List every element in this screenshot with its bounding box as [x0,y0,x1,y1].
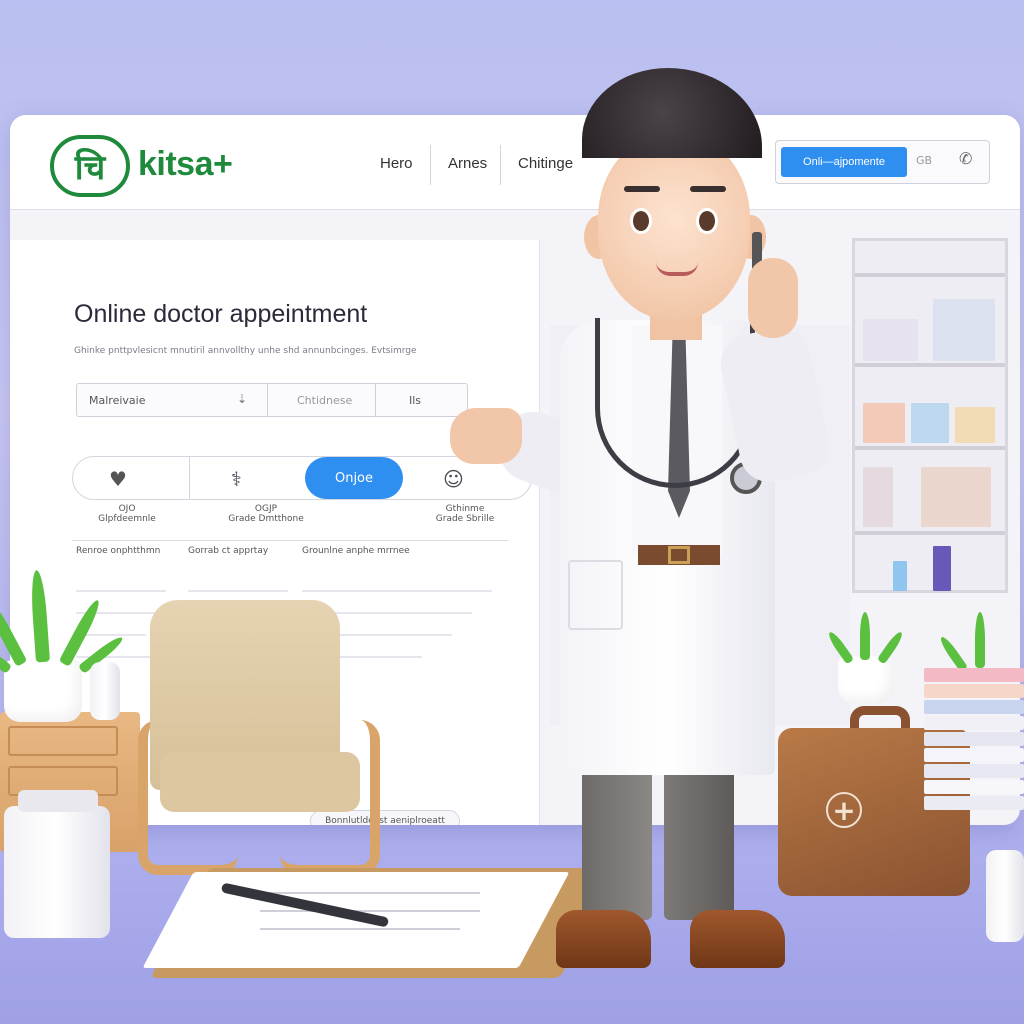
search-field-specialty[interactable]: Malreivaie [89,384,259,416]
text-placeholder [188,590,288,592]
plant-leaf [860,612,870,660]
service-label-line: Grade Sbrille [435,514,495,524]
doctor-eye [696,208,718,234]
belt-buckle [668,546,690,564]
logo-text[interactable]: kitsa+ [138,145,233,184]
service-label-3: Gthinme Grade Sbrille [410,504,520,524]
book [924,684,1024,698]
doctor-pointing-hand [450,408,522,464]
search-divider [267,384,268,416]
doctor-shoe [556,910,651,968]
armchair-seat [160,752,360,812]
plant-leaf [975,612,985,668]
section-divider [72,540,508,541]
book [924,668,1024,682]
top-navigation-bar: चि kitsa+ Hero Arnes Chitinge Onli—ajpom… [10,115,1020,210]
shelf-board [855,446,1005,450]
book [924,748,1024,762]
book [924,732,1024,746]
book [924,716,1024,730]
nav-divider [500,145,501,185]
shelf-board [855,531,1005,535]
medicine-bottle [986,850,1024,942]
bottle [893,561,907,591]
medical-cross-icon: + [826,792,862,828]
dropdown-arrow-icon[interactable]: ⇣ [237,392,247,406]
service-label-line: OJO [118,504,136,514]
online-appointment-button[interactable]: Onli—ajpomente [781,147,907,177]
nav-item-chitinge[interactable]: Chitinge [518,155,573,172]
search-field-text: Chtidnese [297,393,353,407]
service-label-line: Glpfdeemnle [98,514,156,524]
search-field-date[interactable]: Ils [409,384,459,416]
shelf-board [855,363,1005,367]
doctor-face [598,135,750,320]
nav-divider [430,145,431,185]
binder [863,319,918,361]
book [921,467,991,527]
column-heading-3[interactable]: Grounlne anphe mrrnee [302,546,410,556]
bookshelf [852,238,1008,593]
shelf-board [855,273,1005,277]
nav-item-hero[interactable]: Hero [380,155,413,172]
doctor-icon[interactable]: ☺ [443,467,464,491]
drawer [8,726,118,756]
paper-line [260,892,480,894]
column-heading-1[interactable]: Renroe onphtthmn [76,546,160,556]
medicine-jar [4,806,110,938]
doctor-hand [748,258,798,338]
heart-icon[interactable]: ♥ [109,467,127,491]
service-label-2: OGJP Grade Dmtthone [206,504,326,524]
text-placeholder [76,590,166,592]
service-selector: ♥ ⚕ Onjoe ☺ [72,456,532,500]
plant-pot [4,660,82,722]
service-divider [189,457,190,499]
doctor-eyebrow [690,186,726,192]
binder [933,299,995,361]
book [924,764,1024,778]
appointment-cta-group: Onli—ajpomente GB ✆ [775,140,990,184]
medical-icon[interactable]: ⚕ [231,467,242,491]
search-field-text: Malreivaie [89,393,146,407]
paper-line [260,910,480,912]
pill-bottle [90,662,120,720]
page-subtitle: Ghinke pnttpvlesicnt mnutiril annvollthy… [74,346,417,356]
search-field-location[interactable]: Chtidnese [297,384,387,416]
logo-mark[interactable]: चि [50,135,130,197]
doctor-eye [630,208,652,234]
search-field-text: Ils [409,393,422,407]
coat-pocket [568,560,623,630]
column-heading-2[interactable]: Gorrab ct apprtay [188,546,268,556]
box [955,407,995,443]
text-placeholder [302,590,492,592]
book-stack [924,668,1024,828]
box [863,403,905,443]
service-label-line: Gthinme [445,504,485,514]
book [924,700,1024,714]
book [924,796,1024,810]
service-label-line: Grade Dmtthone [228,514,304,524]
phone-icon[interactable]: ✆ [959,149,972,168]
cta-secondary-text: GB [916,154,933,167]
book [924,780,1024,794]
jar-lid [18,790,98,812]
service-label-1: OJO Glpfdeemnle [72,504,182,524]
search-divider [375,384,376,416]
bottle [933,546,951,591]
paper-line [260,928,460,930]
page-title: Online doctor appeintment [74,300,368,328]
search-bar: Malreivaie ⇣ Chtidnese Ils [76,383,468,417]
service-label-line: OGJP [254,504,278,514]
service-online-button[interactable]: Onjoe [305,457,403,499]
book [863,467,893,527]
doctor-eyebrow [624,186,660,192]
doctor-shoe [690,910,785,968]
nav-item-arnes[interactable]: Arnes [448,155,487,172]
box [911,403,949,443]
